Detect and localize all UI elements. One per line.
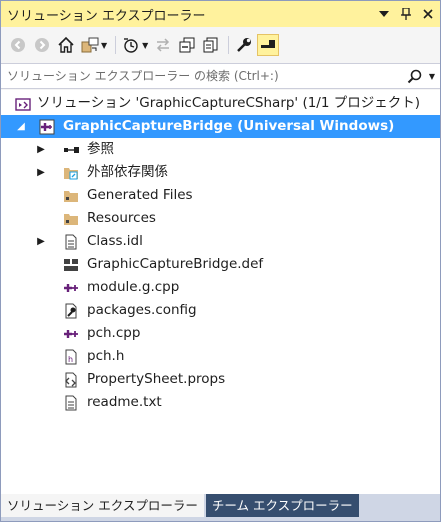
- tree-item-property-sheet[interactable]: PropertySheet.props: [1, 368, 440, 391]
- toolbar: ▼ ▼: [1, 27, 440, 63]
- cpp-file-icon: [63, 326, 79, 342]
- tree-item-label: pch.cpp: [87, 325, 141, 341]
- title-bar: ソリューション エクスプローラー: [1, 1, 440, 27]
- solution-icon: [15, 96, 31, 112]
- collapsed-arrow-icon[interactable]: ▶: [35, 230, 47, 253]
- search-input[interactable]: [1, 65, 398, 87]
- tree-item-packages-config[interactable]: packages.config: [1, 299, 440, 322]
- tree-item-label: Class.idl: [87, 233, 143, 249]
- forward-icon[interactable]: [31, 34, 53, 56]
- tree-item-solution[interactable]: ソリューション 'GraphicCaptureCSharp' (1/1 プロジェ…: [1, 92, 440, 115]
- tree-item-label: Generated Files: [87, 187, 193, 203]
- properties-icon[interactable]: [233, 34, 255, 56]
- search-icon[interactable]: [398, 69, 424, 84]
- switch-views-icon[interactable]: [79, 34, 101, 56]
- chevron-down-icon[interactable]: [374, 4, 394, 24]
- bottom-tab-strip: ソリューション エクスプローラー チーム エクスプローラー: [1, 494, 440, 521]
- close-icon[interactable]: [418, 4, 438, 24]
- tree-item-label: ソリューション 'GraphicCaptureCSharp' (1/1 プロジェ…: [37, 95, 420, 111]
- search-box[interactable]: ▼: [1, 63, 440, 89]
- tree-item-generated-files[interactable]: Generated Files: [1, 184, 440, 207]
- cpp-file-icon: [63, 280, 79, 296]
- tree-item-pch-h[interactable]: h pch.h: [1, 345, 440, 368]
- tab-team-explorer[interactable]: チーム エクスプローラー: [205, 494, 359, 517]
- tab-solution-explorer[interactable]: ソリューション エクスプローラー: [1, 494, 204, 517]
- solution-explorer-window: ソリューション エクスプローラー ▼ ▼ ソリューション エクスプローラー の検…: [0, 0, 441, 522]
- tree-item-label: readme.txt: [87, 394, 162, 410]
- back-icon[interactable]: [7, 34, 29, 56]
- pin-icon[interactable]: [396, 4, 416, 24]
- tree-item-label: pch.h: [87, 348, 125, 364]
- tree-item-label: Resources: [87, 210, 156, 226]
- tree-item-project[interactable]: ◢ GraphicCaptureBridge (Universal Window…: [1, 115, 440, 138]
- tree-item-label: 外部依存関係: [87, 164, 168, 180]
- tree-item-label: module.g.cpp: [87, 279, 180, 295]
- tree-item-module-g-cpp[interactable]: module.g.cpp: [1, 276, 440, 299]
- expanded-arrow-icon[interactable]: ◢: [15, 115, 27, 138]
- tree-item-def-file[interactable]: GraphicCaptureBridge.def: [1, 253, 440, 276]
- tree-item-class-idl[interactable]: ▶ Class.idl: [1, 230, 440, 253]
- tree-item-label: GraphicCaptureBridge.def: [87, 256, 264, 272]
- chevron-down-icon[interactable]: ▼: [142, 41, 148, 50]
- tree-item-references[interactable]: ▶ 参照: [1, 138, 440, 161]
- folder-icon: [63, 211, 79, 227]
- window-title: ソリューション エクスプローラー: [7, 8, 206, 24]
- toolbar-separator: [115, 36, 117, 54]
- home-icon[interactable]: [55, 34, 77, 56]
- tree-item-label: 参照: [87, 141, 114, 157]
- cpp-project-icon: [39, 119, 55, 135]
- header-file-icon: h: [63, 349, 79, 365]
- tree-item-external-dependencies[interactable]: ▶ 外部依存関係: [1, 161, 440, 184]
- collapsed-arrow-icon[interactable]: ▶: [35, 138, 47, 161]
- toolbar-separator: [228, 36, 230, 54]
- tree-item-resources[interactable]: Resources: [1, 207, 440, 230]
- external-dependencies-icon: [63, 165, 79, 181]
- folder-icon: [63, 188, 79, 204]
- pending-changes-filter-icon[interactable]: [120, 34, 142, 56]
- tree-item-label: GraphicCaptureBridge (Universal Windows): [63, 118, 395, 134]
- text-file-icon: [63, 395, 79, 411]
- copy-icon[interactable]: [200, 34, 222, 56]
- solution-tree: ソリューション 'GraphicCaptureCSharp' (1/1 プロジェ…: [1, 90, 440, 494]
- references-icon: [63, 142, 79, 158]
- tree-item-readme[interactable]: readme.txt: [1, 391, 440, 414]
- chevron-down-icon[interactable]: ▼: [424, 72, 440, 81]
- idl-file-icon: [63, 234, 79, 250]
- tree-item-label: PropertySheet.props: [87, 371, 226, 387]
- collapse-all-icon[interactable]: [176, 34, 198, 56]
- svg-text:h: h: [68, 355, 73, 364]
- tree-item-label: packages.config: [87, 302, 197, 318]
- tree-item-pch-cpp[interactable]: pch.cpp: [1, 322, 440, 345]
- def-file-icon: [63, 257, 79, 273]
- props-file-icon: [63, 372, 79, 388]
- sync-icon[interactable]: [152, 34, 174, 56]
- collapsed-arrow-icon[interactable]: ▶: [35, 161, 47, 184]
- chevron-down-icon[interactable]: ▼: [101, 41, 107, 50]
- config-file-icon: [63, 303, 79, 319]
- preview-icon[interactable]: [257, 34, 280, 56]
